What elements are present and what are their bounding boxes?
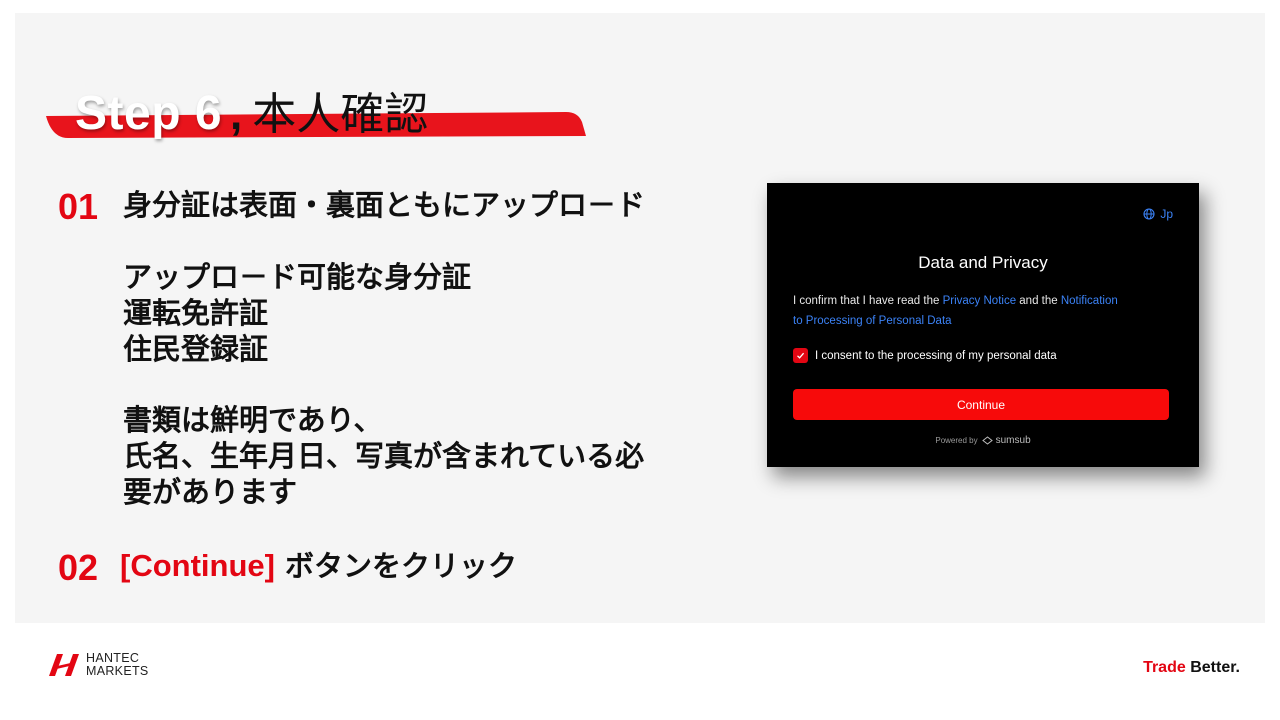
logo-line-2: MARKETS [86,664,149,678]
continue-button-reference: [Continue] [120,548,275,583]
title-comma: , [230,90,243,139]
step-1-heading: 身分証は表面・裏面ともにアップロ－ド [123,188,646,222]
language-label: Jp [1160,207,1173,221]
step-2-number: 02 [58,547,99,588]
page-title: Step 6 , 本人確認 [75,78,428,140]
language-selector[interactable]: Jp [1143,207,1173,221]
tagline: Trade Better. [1143,659,1240,677]
consent-label: I consent to the processing of my person… [815,349,1057,362]
sumsub-brand: sumsub [981,435,1031,446]
requirement-line-3: 要があります [123,475,298,509]
notification-link[interactable]: Notification [1061,295,1118,307]
consent-checkbox[interactable] [793,348,808,363]
notification-link-continued[interactable]: to Processing of Personal Data [793,315,952,327]
dialog-title: Data and Privacy [918,253,1048,272]
requirement-line-2: 氏名、生年月日、写真が含まれている必 [123,439,645,473]
id-type-drivers-license: 運転免許証 [123,296,269,330]
privacy-notice-link[interactable]: Privacy Notice [943,295,1017,307]
confirm-prefix: I confirm that I have read the [793,295,943,307]
requirement-line-1: 書類は鮮明であり、 [123,403,383,437]
checkmark-icon [797,352,805,359]
globe-icon [1143,208,1155,220]
continue-button[interactable]: Continue [793,389,1169,420]
hantec-logo-icon [49,654,79,676]
id-type-resident-registration: 住民登録証 [123,332,269,366]
consent-row: I consent to the processing of my person… [793,348,1057,363]
powered-by-label: Powered by [935,436,978,445]
title-step: Step 6 [75,87,223,140]
data-privacy-dialog: Jp Data and Privacy I confirm that I hav… [767,183,1199,467]
sumsub-logo-icon [981,436,993,445]
title-subject: 本人確認 [252,89,429,140]
sumsub-name: sumsub [995,435,1031,446]
uploadable-ids-heading: アップロ－ド可能な身分証 [123,260,472,294]
step-2-text: ボタンをクリック [284,549,517,583]
step-1-number: 01 [58,186,99,227]
confirm-statement: I confirm that I have read the Privacy N… [793,292,1178,331]
step-2-instruction: [Continue] ボタンをクリック [120,543,517,585]
confirm-middle: and the [1016,295,1061,307]
tagline-better: Better. [1190,659,1240,676]
tagline-trade: Trade [1143,659,1186,676]
hantec-logo: HANTEC MARKETS [47,652,149,678]
hantec-logo-text: HANTEC MARKETS [86,652,149,678]
powered-by: Powered by sumsub [767,435,1199,446]
